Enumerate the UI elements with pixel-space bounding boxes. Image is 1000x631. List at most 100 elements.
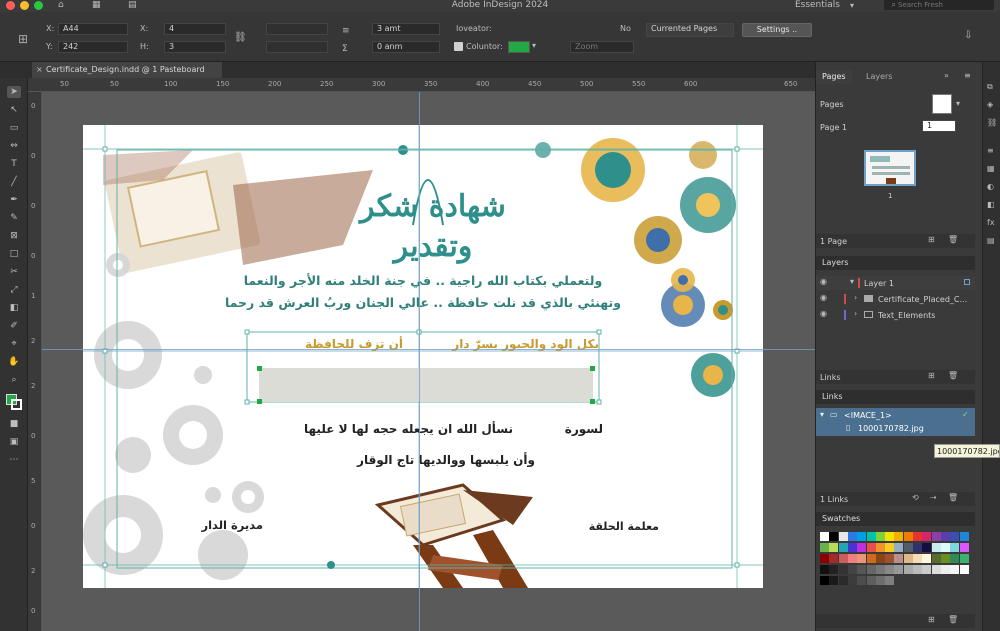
- new-swatch-icon[interactable]: ⊞: [928, 615, 935, 624]
- tab-pages[interactable]: Pages: [816, 70, 852, 84]
- y-field[interactable]: 242: [58, 41, 128, 53]
- swatch-color[interactable]: [885, 543, 895, 552]
- swatch-color[interactable]: [847, 565, 857, 574]
- delete-swatch-icon[interactable]: 🗑: [948, 615, 958, 624]
- free-transform-tool-icon[interactable]: ⤢: [7, 284, 21, 296]
- rotate-field[interactable]: [266, 23, 328, 35]
- swatch-color[interactable]: [913, 532, 922, 541]
- swatch-color[interactable]: [838, 565, 848, 574]
- settings-button[interactable]: Settings ..: [742, 23, 812, 37]
- swatch-color[interactable]: [875, 565, 885, 574]
- swatch-color[interactable]: [922, 532, 932, 541]
- swatch-color[interactable]: [940, 565, 950, 574]
- swatch-color[interactable]: [931, 543, 941, 552]
- swatch-color[interactable]: [820, 576, 829, 585]
- swatch-color[interactable]: [866, 554, 876, 563]
- type-tool-icon[interactable]: T: [7, 158, 21, 170]
- swatch-color[interactable]: [866, 543, 876, 552]
- swatch-color[interactable]: [894, 565, 904, 574]
- fill-colour-swatch[interactable]: [508, 41, 530, 53]
- pages-panel-icon[interactable]: ⧉: [987, 82, 993, 92]
- swatch-color[interactable]: [894, 543, 904, 552]
- swatch-color[interactable]: [838, 554, 848, 563]
- gap-tool-icon[interactable]: ⇔: [7, 140, 21, 152]
- text-wrap-panel-icon[interactable]: ▤: [987, 236, 995, 245]
- swatch-color[interactable]: [875, 532, 885, 541]
- swatch-color[interactable]: [829, 532, 839, 541]
- swatch-color[interactable]: [866, 576, 876, 585]
- width-field[interactable]: 4: [164, 23, 226, 35]
- zoom-tool-icon[interactable]: ⌕: [7, 374, 21, 386]
- swatch-color[interactable]: [903, 543, 913, 552]
- swatch-color[interactable]: [857, 532, 867, 541]
- new-page-icon[interactable]: ⊞: [928, 235, 935, 244]
- page-thumbnail-button[interactable]: [932, 94, 952, 114]
- document-tab[interactable]: × Certificate_Design.indd @ 1 Pasteboard: [32, 62, 222, 78]
- swatch-color[interactable]: [950, 554, 960, 563]
- swatch-color[interactable]: [857, 554, 867, 563]
- swatch-color[interactable]: [959, 554, 969, 563]
- gradient-tool-icon[interactable]: ◧: [7, 302, 21, 314]
- tab-layers[interactable]: Layers: [860, 70, 898, 84]
- swatch-color[interactable]: [820, 565, 829, 574]
- swatch-color[interactable]: [820, 554, 829, 563]
- offset-field[interactable]: 0 anm: [372, 41, 440, 53]
- swatch-color[interactable]: [894, 532, 904, 541]
- vertical-guide[interactable]: [419, 92, 420, 631]
- expand-chevron-icon[interactable]: ▾: [820, 410, 824, 419]
- collapse-panel-icon[interactable]: »: [944, 71, 949, 80]
- swatch-color[interactable]: [950, 565, 960, 574]
- swatch-color[interactable]: [885, 576, 895, 585]
- swatch-color[interactable]: [885, 554, 895, 563]
- swatch-color[interactable]: [903, 532, 913, 541]
- prayer-line-1[interactable]: نسأل الله ان يجعله حجه لها لا عليها: [223, 419, 513, 439]
- expand-chevron-icon[interactable]: ›: [854, 293, 857, 302]
- page-number-field[interactable]: 1: [922, 120, 956, 132]
- swatch-color[interactable]: [922, 554, 932, 563]
- swatches-panel-icon[interactable]: ▦: [987, 164, 995, 173]
- prayer-line-2[interactable]: وأن يلبسها ووالديها تاج الوقار: [283, 450, 535, 470]
- swatch-color[interactable]: [940, 543, 950, 552]
- pencil-tool-icon[interactable]: ✎: [7, 212, 21, 224]
- swatch-color[interactable]: [913, 565, 922, 574]
- delete-layer-icon[interactable]: 🗑: [948, 371, 958, 380]
- rectangle-frame-tool-icon[interactable]: ⊠: [7, 230, 21, 242]
- fill-stroke-icon[interactable]: [6, 394, 22, 410]
- swatch-color[interactable]: [820, 532, 829, 541]
- page-tool-icon[interactable]: ▭: [7, 122, 21, 134]
- gold-text-left[interactable]: أن تزف للحافظة: [243, 335, 403, 353]
- pages-dropdown[interactable]: Currented Pages: [646, 23, 734, 37]
- signature-director[interactable]: مديرة الدار: [183, 515, 264, 535]
- certificate-page[interactable]: شهادة شكر وتقدير ولتعملي بكتاب الله راجي…: [83, 125, 763, 588]
- links-panel-icon[interactable]: ⛓: [987, 118, 997, 127]
- certificate-verse-line-2[interactable]: وتهنئي بالذي قد نلت حافظة .. عالي الجنان…: [203, 293, 643, 313]
- visibility-eye-icon[interactable]: ◉: [820, 293, 827, 302]
- expand-chevron-icon[interactable]: ▾: [850, 277, 854, 286]
- x-field[interactable]: A44: [58, 23, 128, 35]
- chevron-down-icon[interactable]: ▾: [532, 41, 536, 50]
- surah-label[interactable]: لسورة: [523, 419, 603, 439]
- direct-selection-tool-icon[interactable]: ↖: [7, 104, 21, 116]
- swatch-color[interactable]: [931, 554, 941, 563]
- swatch-color[interactable]: [875, 554, 885, 563]
- swatch-color[interactable]: [875, 543, 885, 552]
- gold-text-right[interactable]: بكل الود والحبور يسرّ دار: [413, 335, 599, 353]
- swatch-color[interactable]: [875, 576, 885, 585]
- swatch-color[interactable]: [922, 543, 932, 552]
- swatch-color[interactable]: [847, 532, 857, 541]
- chevron-down-icon[interactable]: ▾: [956, 99, 960, 108]
- search-input[interactable]: Search Fresh: [884, 0, 994, 10]
- expand-chevron-icon[interactable]: ›: [854, 309, 857, 318]
- swatch-color[interactable]: [931, 532, 941, 541]
- swatch-color[interactable]: [838, 543, 848, 552]
- stroke-weight-field[interactable]: 3 amt: [372, 23, 440, 35]
- link-item-selected[interactable]: ▾ ▭ <IMACE_1> ✓ ▯ 1000170782.jpg: [816, 408, 975, 436]
- more-tools-icon[interactable]: ⋯: [7, 454, 21, 466]
- swatch-color[interactable]: [838, 532, 848, 541]
- swatch-color[interactable]: [847, 543, 857, 552]
- swatch-color[interactable]: [820, 543, 829, 552]
- gradient-panel-icon[interactable]: ◧: [987, 200, 995, 209]
- pin-icon[interactable]: ⇩: [964, 30, 972, 41]
- visibility-eye-icon[interactable]: ◉: [820, 277, 827, 286]
- visibility-eye-icon[interactable]: ◉: [820, 309, 827, 318]
